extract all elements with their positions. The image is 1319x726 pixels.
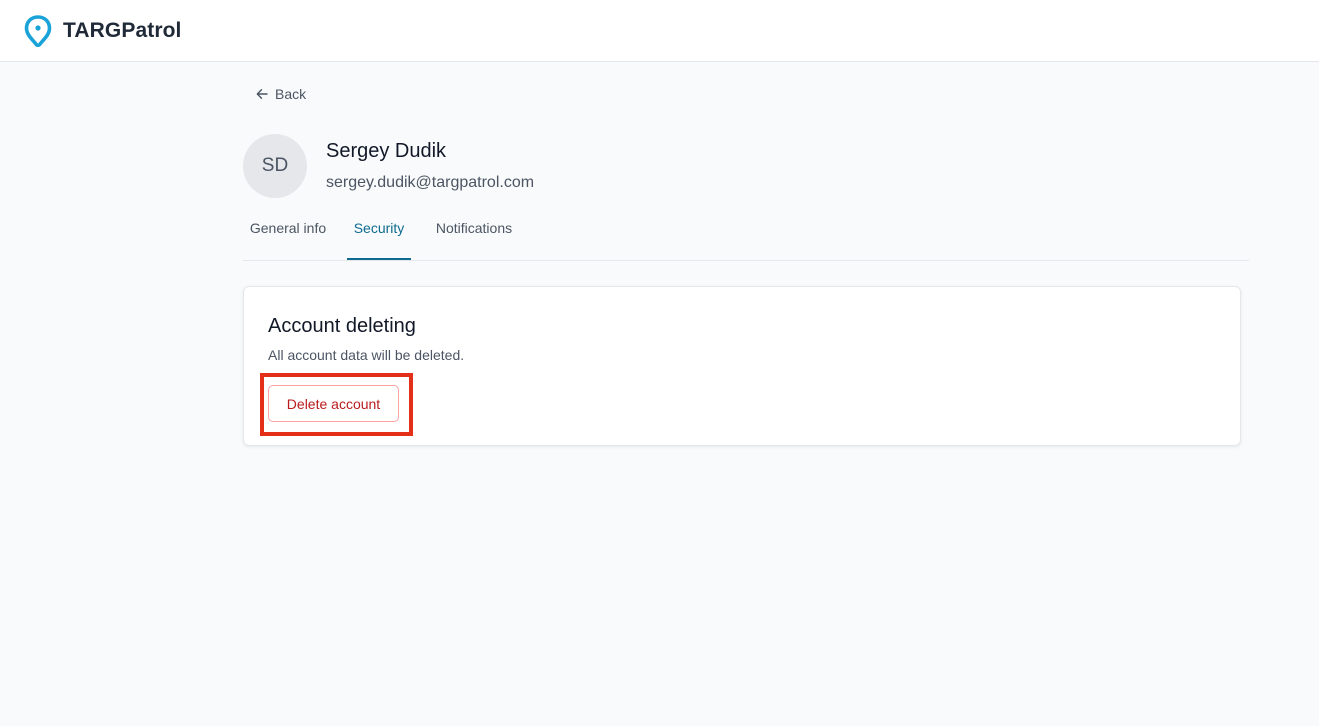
tab-general-info[interactable]: General info <box>246 208 330 260</box>
account-deleting-title: Account deleting <box>268 315 416 337</box>
delete-account-button[interactable]: Delete account <box>268 385 399 422</box>
arrow-left-icon <box>256 89 268 99</box>
app-logo-text: TARGPatrol <box>63 18 182 42</box>
avatar: SD <box>243 134 307 198</box>
account-deleting-description: All account data will be deleted. <box>268 347 465 363</box>
back-link[interactable]: Back <box>255 86 306 102</box>
tab-notifications[interactable]: Notifications <box>431 208 517 260</box>
account-deleting-card: Account deleting All account data will b… <box>243 286 1241 446</box>
top-bar: TARGPatrol <box>0 0 1319 62</box>
map-pin-icon <box>24 14 52 47</box>
user-email: sergey.dudik@targpatrol.com <box>326 174 535 191</box>
avatar-initials: SD <box>261 155 289 176</box>
tab-security[interactable]: Security <box>347 208 411 260</box>
profile-tabs: General info Security Notifications <box>243 208 1249 261</box>
user-name: Sergey Dudik <box>326 140 447 162</box>
back-label: Back <box>275 86 307 102</box>
